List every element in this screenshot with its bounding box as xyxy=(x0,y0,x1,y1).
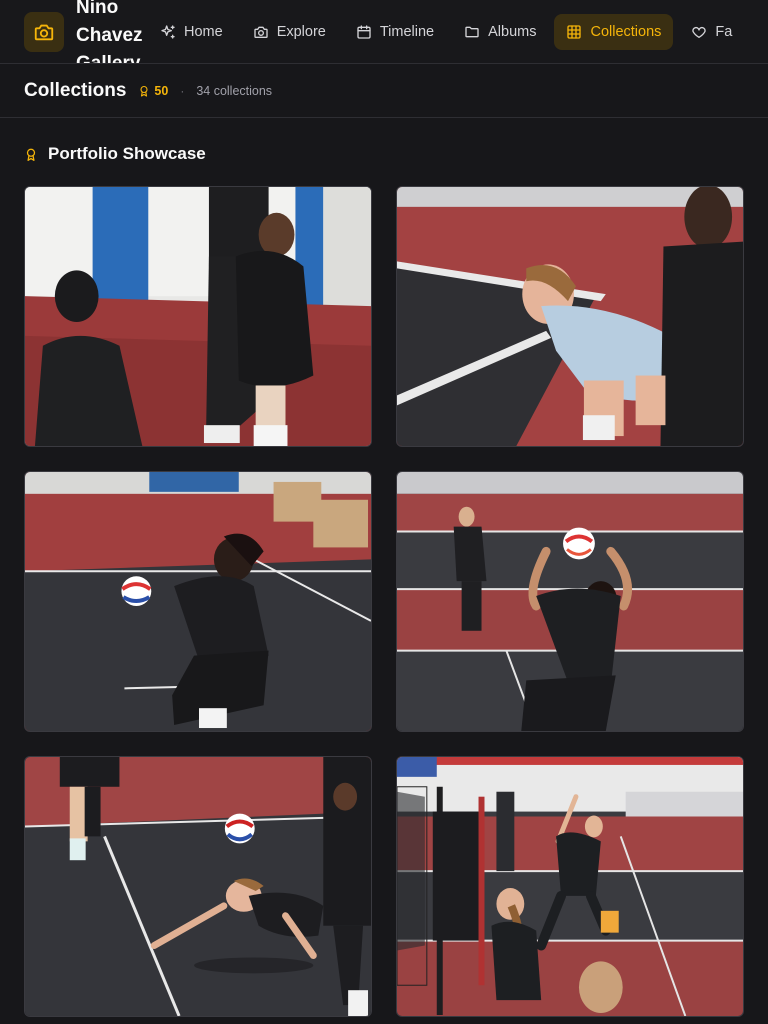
award-icon xyxy=(26,148,36,161)
nav-item-favorites[interactable]: Fa xyxy=(679,14,744,50)
calendar-icon xyxy=(357,25,371,39)
photo-tile[interactable] xyxy=(396,756,744,1017)
nav-label: Explore xyxy=(276,24,326,40)
page-header: Collections 50 · 34 collections xyxy=(0,65,768,118)
nav-item-albums[interactable]: Albums xyxy=(452,14,548,50)
badge-count: 50 xyxy=(154,84,169,98)
logo-button[interactable] xyxy=(24,12,64,52)
section-header: Portfolio Showcase xyxy=(24,144,206,164)
photo-tile[interactable] xyxy=(396,471,744,732)
brand-name[interactable]: Nino Chavez Gallery xyxy=(76,0,156,63)
photo-image xyxy=(25,757,371,1016)
nav-item-collections[interactable]: Collections xyxy=(554,14,674,50)
sparkles-icon xyxy=(161,25,175,39)
grid-icon xyxy=(567,25,582,39)
main-nav: Home Explore Timeline Albums Collections… xyxy=(148,14,744,50)
nav-label: Home xyxy=(184,24,223,40)
nav-item-timeline[interactable]: Timeline xyxy=(344,14,446,50)
nav-item-home[interactable]: Home xyxy=(148,14,235,50)
camera-icon xyxy=(34,24,54,41)
collections-count: 34 collections xyxy=(196,84,273,98)
nav-label: Albums xyxy=(488,24,537,40)
photo-image xyxy=(397,757,743,1016)
camera-icon xyxy=(254,26,268,38)
page-title: Collections xyxy=(24,80,127,101)
photo-image xyxy=(397,187,743,446)
separator-dot: · xyxy=(180,84,185,98)
photo-tile[interactable] xyxy=(24,186,372,447)
top-navigation-bar: Nino Chavez Gallery Home Explore Timelin… xyxy=(0,0,768,64)
photo-tile[interactable] xyxy=(24,756,372,1017)
photo-tile[interactable] xyxy=(396,186,744,447)
nav-item-explore[interactable]: Explore xyxy=(241,14,338,50)
heart-icon xyxy=(692,26,707,38)
photo-grid xyxy=(24,186,744,1017)
nav-label: Timeline xyxy=(379,24,435,40)
favorites-badge: 50 xyxy=(138,84,168,98)
photo-tile[interactable] xyxy=(24,471,372,732)
photo-image xyxy=(397,472,743,731)
nav-label: Collections xyxy=(590,24,662,40)
photo-image xyxy=(25,187,371,446)
award-icon xyxy=(140,85,148,97)
section-title: Portfolio Showcase xyxy=(48,144,206,163)
photo-image xyxy=(25,472,371,731)
nav-label: Fa xyxy=(715,24,733,40)
folder-icon xyxy=(465,26,479,38)
